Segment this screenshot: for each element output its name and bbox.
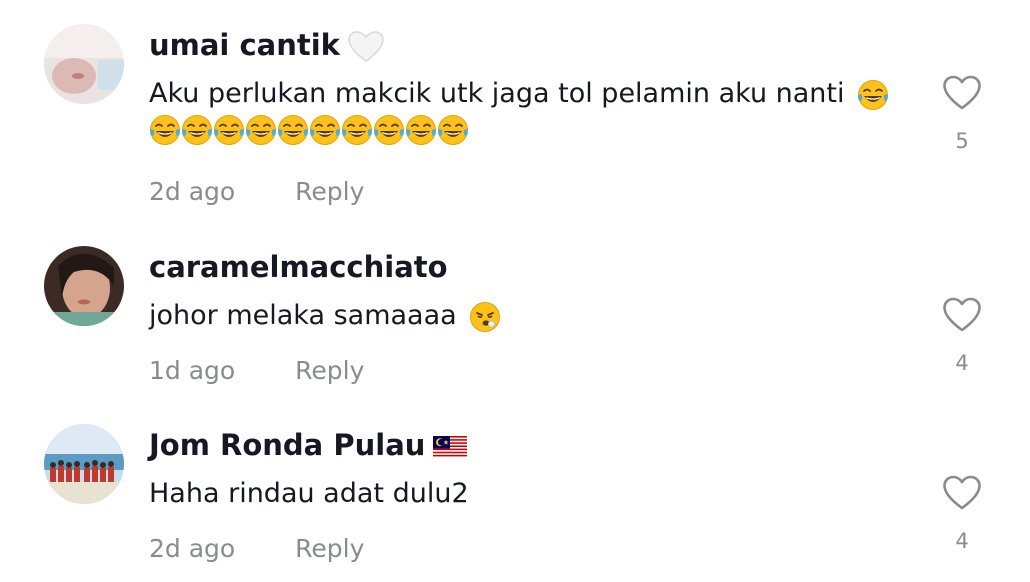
comment-body: Aku perlukan makcik utk jaga tol pelamin… (149, 78, 845, 109)
comment-meta: 1d ago Reply (149, 356, 364, 385)
laughing-crying-emoji-icon (341, 114, 373, 146)
laughing-crying-emoji-icon (149, 114, 181, 146)
heart-outline-icon[interactable] (940, 297, 984, 333)
like-button[interactable]: 4 (940, 475, 984, 553)
like-count: 5 (955, 129, 969, 153)
heart-outline-icon[interactable] (940, 75, 984, 111)
laughing-crying-emoji-icon (405, 114, 437, 146)
username[interactable]: Jom Ronda Pulau (149, 425, 468, 465)
laughing-crying-emoji-icon (181, 114, 213, 146)
heart-outline-icon[interactable] (940, 475, 984, 511)
laughing-crying-emoji-icon (373, 114, 405, 146)
like-button[interactable]: 5 (940, 75, 984, 153)
comments-list: umai cantik Aku perlukan makcik utk jaga… (0, 0, 1030, 582)
comment-body: Haha rindau adat dulu2 (149, 478, 469, 509)
like-button[interactable]: 4 (940, 297, 984, 375)
laughing-crying-emoji-icon (245, 114, 277, 146)
reply-button[interactable]: Reply (295, 356, 364, 385)
avatar[interactable] (44, 24, 124, 104)
username[interactable]: caramelmacchiato (149, 247, 448, 287)
comment-meta: 2d ago Reply (149, 177, 364, 206)
timestamp: 2d ago (149, 534, 236, 563)
like-count: 4 (955, 351, 969, 375)
malaysia-flag-icon (433, 436, 468, 458)
white-heart-icon (348, 31, 384, 63)
avatar[interactable] (44, 246, 124, 326)
username[interactable]: umai cantik (149, 25, 384, 65)
timestamp: 1d ago (149, 356, 236, 385)
tired-face-emoji-icon (469, 301, 501, 333)
username-text[interactable]: Jom Ronda Pulau (149, 428, 425, 462)
username-text[interactable]: umai cantik (149, 28, 340, 62)
username-text[interactable]: caramelmacchiato (149, 250, 448, 284)
reply-button[interactable]: Reply (295, 177, 364, 206)
laughing-crying-emoji-icon (437, 114, 469, 146)
laughing-crying-emoji-icon (277, 114, 309, 146)
laughing-crying-emoji-icon (309, 114, 341, 146)
comment-body: johor melaka samaaaa (149, 300, 457, 331)
like-count: 4 (955, 529, 969, 553)
comment-text: Haha rindau adat dulu2 (149, 474, 919, 514)
laughing-crying-emoji-icon (857, 79, 889, 111)
comment-text: Aku perlukan makcik utk jaga tol pelamin… (149, 74, 919, 146)
comment-meta: 2d ago Reply (149, 534, 364, 563)
laughing-crying-emoji-icon (213, 114, 245, 146)
emoji-row (149, 114, 919, 146)
reply-button[interactable]: Reply (295, 534, 364, 563)
avatar[interactable] (44, 424, 124, 504)
timestamp: 2d ago (149, 177, 236, 206)
comment-text: johor melaka samaaaa (149, 296, 919, 336)
